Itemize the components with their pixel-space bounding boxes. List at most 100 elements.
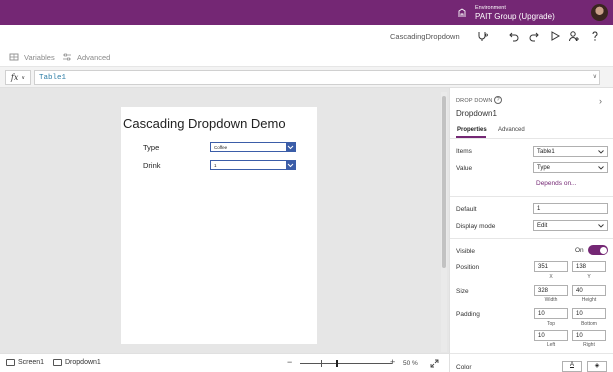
right-caption: Right [583, 342, 595, 348]
position-x-input[interactable]: 351 [534, 261, 568, 272]
chevron-down-icon [286, 161, 295, 169]
text-color-glyph: A [569, 362, 574, 368]
command-bar: CascadingDropdown [0, 25, 613, 47]
canvas-area: Cascading Dropdown Demo Type Coffee Drin… [0, 88, 449, 353]
items-select[interactable]: Table1 [533, 146, 608, 157]
redo-icon[interactable] [528, 30, 540, 42]
building-icon [458, 8, 466, 17]
y-caption: Y [587, 274, 591, 280]
paint-bucket-icon: ◈ [594, 363, 600, 369]
default-input[interactable]: 1 [533, 203, 608, 214]
divider [450, 238, 613, 239]
chevron-down-icon [598, 150, 604, 154]
advanced-label: Advanced [77, 52, 111, 62]
type-label[interactable]: Type [143, 143, 159, 152]
zoom-value: 50 % [403, 359, 418, 367]
property-selector[interactable]: fx ∨ [5, 70, 31, 85]
control-name[interactable]: Dropdown1 [456, 109, 497, 118]
value-select[interactable]: Type [533, 162, 608, 173]
app-screen[interactable]: Cascading Dropdown Demo Type Coffee Drin… [121, 107, 317, 344]
type-dropdown-value: Coffee [214, 144, 228, 150]
chevron-down-icon [286, 143, 295, 151]
help-icon[interactable]: ? [494, 96, 502, 104]
display-mode-label: Display mode [456, 223, 496, 230]
drink-dropdown-value: 1 [214, 162, 217, 168]
control-breadcrumb[interactable]: Dropdown1 [53, 359, 101, 366]
padding-top-input[interactable]: 10 [534, 308, 568, 319]
help-icon[interactable] [589, 30, 601, 42]
position-y-input[interactable]: 138 [572, 261, 606, 272]
tab-advanced[interactable]: Advanced [498, 127, 525, 133]
value-label: Value [456, 165, 473, 172]
environment-label: Environment [475, 5, 506, 11]
width-caption: Width [544, 297, 558, 303]
visible-toggle[interactable] [588, 245, 608, 255]
top-caption: Top [546, 321, 556, 327]
divider [450, 138, 613, 139]
sliders-icon [63, 53, 71, 61]
chevron-down-icon [598, 166, 604, 170]
padding-left-input[interactable]: 10 [534, 330, 568, 341]
zoom-out-button[interactable]: − [287, 357, 292, 367]
toolbar: Variables Advanced [0, 47, 613, 67]
app-checker-icon[interactable] [476, 30, 488, 42]
padding-label: Padding [456, 311, 480, 318]
screen-title[interactable]: Cascading Dropdown Demo [123, 116, 286, 131]
height-caption: Height [581, 297, 597, 303]
control-tab-label: Dropdown1 [65, 359, 101, 366]
display-mode-value: Edit [537, 223, 548, 229]
tab-properties[interactable]: Properties [457, 127, 487, 133]
zoom-slider-thumb[interactable] [336, 360, 338, 367]
default-label: Default [456, 206, 477, 213]
color-label: Color [456, 364, 472, 371]
divider [450, 353, 613, 354]
width-input[interactable]: 328 [534, 285, 568, 296]
divider [450, 196, 613, 197]
variables-label: Variables [24, 52, 55, 62]
visible-state: On [575, 247, 584, 254]
control-kind: DROP DOWN [456, 98, 493, 104]
fit-screen-icon[interactable] [430, 359, 439, 368]
display-mode-select[interactable]: Edit [533, 220, 608, 231]
left-caption: Left [546, 342, 556, 348]
avatar[interactable] [591, 4, 608, 21]
formula-input[interactable]: Table1 [34, 70, 600, 85]
scrollbar-thumb[interactable] [442, 96, 446, 268]
bottom-caption: Bottom [581, 321, 597, 327]
visible-label: Visible [456, 248, 476, 255]
type-dropdown[interactable]: Coffee [210, 142, 296, 152]
variables-button[interactable]: Variables [9, 51, 55, 63]
chevron-down-icon [598, 224, 604, 228]
screen-icon [6, 359, 15, 366]
variables-icon [9, 53, 19, 61]
dropdown-control-icon [53, 359, 62, 366]
depends-on-link[interactable]: Depends on... [536, 180, 576, 187]
chevron-down-icon: ∨ [21, 74, 26, 81]
screen-tab-label: Screen1 [18, 359, 45, 366]
share-user-icon[interactable] [568, 30, 580, 42]
properties-panel: DROP DOWN ? › Dropdown1 Properties Advan… [449, 88, 613, 372]
environment-name[interactable]: PAIT Group (Upgrade) [475, 12, 555, 22]
zoom-tick [321, 360, 322, 367]
height-input[interactable]: 40 [572, 285, 606, 296]
screen-breadcrumb[interactable]: Screen1 [6, 359, 44, 366]
position-label: Position [456, 264, 480, 271]
undo-icon[interactable] [508, 30, 520, 42]
expand-formula-icon[interactable]: ∨ [593, 73, 597, 80]
canvas-scrollbar[interactable] [441, 92, 447, 352]
zoom-in-button[interactable]: + [390, 357, 395, 367]
play-icon[interactable] [549, 30, 561, 42]
toggle-knob [599, 246, 607, 254]
zoom-slider[interactable] [300, 363, 392, 364]
advanced-button[interactable]: Advanced [62, 51, 110, 63]
chevron-right-icon[interactable]: › [599, 96, 602, 106]
drink-label[interactable]: Drink [143, 161, 161, 170]
top-bar: Environment PAIT Group (Upgrade) [0, 0, 613, 25]
padding-bottom-input[interactable]: 10 [572, 308, 606, 319]
padding-right-input[interactable]: 10 [572, 330, 606, 341]
items-label: Items [456, 148, 472, 155]
drink-dropdown[interactable]: 1 [210, 160, 296, 170]
text-color-picker[interactable]: A [562, 361, 582, 372]
fill-color-picker[interactable]: ◈ [587, 361, 607, 372]
bottom-bar: Screen1 Dropdown1 − + 50 % [0, 353, 449, 372]
